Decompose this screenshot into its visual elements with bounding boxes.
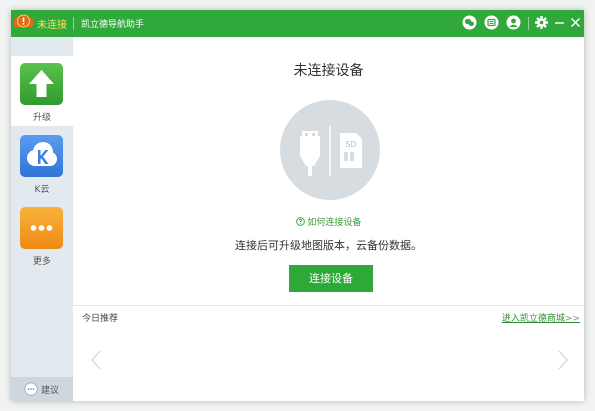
toolbar-divider: [528, 17, 529, 30]
feedback-label: 建议: [41, 386, 60, 396]
chat-bubble-icon: [24, 382, 38, 396]
sidebar-item-label: 更多: [32, 257, 51, 267]
connection-status[interactable]: 未连接: [37, 16, 67, 31]
app-window: 未连接 凯立德导航助手 升级 K云 更多 建议 未连接设备 SD 如何连接设备 …: [11, 10, 584, 401]
store-link-arrows: >>: [564, 314, 580, 324]
help-link[interactable]: 如何连接设备: [73, 215, 584, 228]
sidebar-item-more[interactable]: 更多: [11, 200, 73, 270]
k-cloud-icon: [20, 135, 63, 177]
next-arrow-icon[interactable]: [556, 349, 570, 371]
title-divider: [73, 17, 74, 30]
sidebar-item-label: K云: [34, 185, 50, 195]
prev-arrow-icon[interactable]: [89, 349, 103, 371]
user-icon[interactable]: [506, 15, 521, 30]
sidebar-item-upgrade[interactable]: 升级: [11, 56, 73, 126]
feedback-button[interactable]: 建议: [11, 377, 73, 401]
sidebar: 升级 K云 更多 建议: [11, 37, 73, 401]
settings-icon[interactable]: [534, 15, 549, 30]
message-icon[interactable]: [484, 15, 499, 30]
section-divider: [73, 305, 584, 306]
page-title: 未连接设备: [293, 63, 364, 79]
sidebar-item-label: 升级: [32, 113, 51, 123]
close-icon[interactable]: [568, 15, 583, 30]
question-icon: [295, 217, 305, 226]
store-link[interactable]: 进入凯立德商城>>: [502, 311, 580, 324]
usb-sd-icon: SD: [300, 126, 362, 176]
title-bar: 未连接 凯立德导航助手: [11, 10, 584, 37]
help-link-label: 如何连接设备: [307, 218, 362, 228]
sidebar-item-kcloud[interactable]: K云: [11, 128, 73, 198]
description-text: 连接后可升级地图版本，云备份数据。: [235, 239, 422, 252]
more-dots-icon: [20, 207, 63, 249]
app-title: 凯立德导航助手: [81, 20, 145, 30]
sd-card-label: SD: [345, 140, 356, 149]
minimize-icon[interactable]: [552, 15, 567, 30]
connect-device-button[interactable]: 连接设备: [289, 265, 373, 292]
disconnected-device-icon[interactable]: [14, 14, 33, 30]
recommend-label: 今日推荐: [82, 314, 119, 324]
main-panel: 未连接设备 SD 如何连接设备 连接后可升级地图版本，云备份数据。 连接设备 今…: [73, 37, 584, 401]
upgrade-arrow-icon: [20, 63, 63, 105]
device-illustration: SD: [280, 100, 380, 200]
wechat-icon[interactable]: [462, 15, 477, 30]
store-link-label: 进入凯立德商城: [501, 314, 565, 324]
